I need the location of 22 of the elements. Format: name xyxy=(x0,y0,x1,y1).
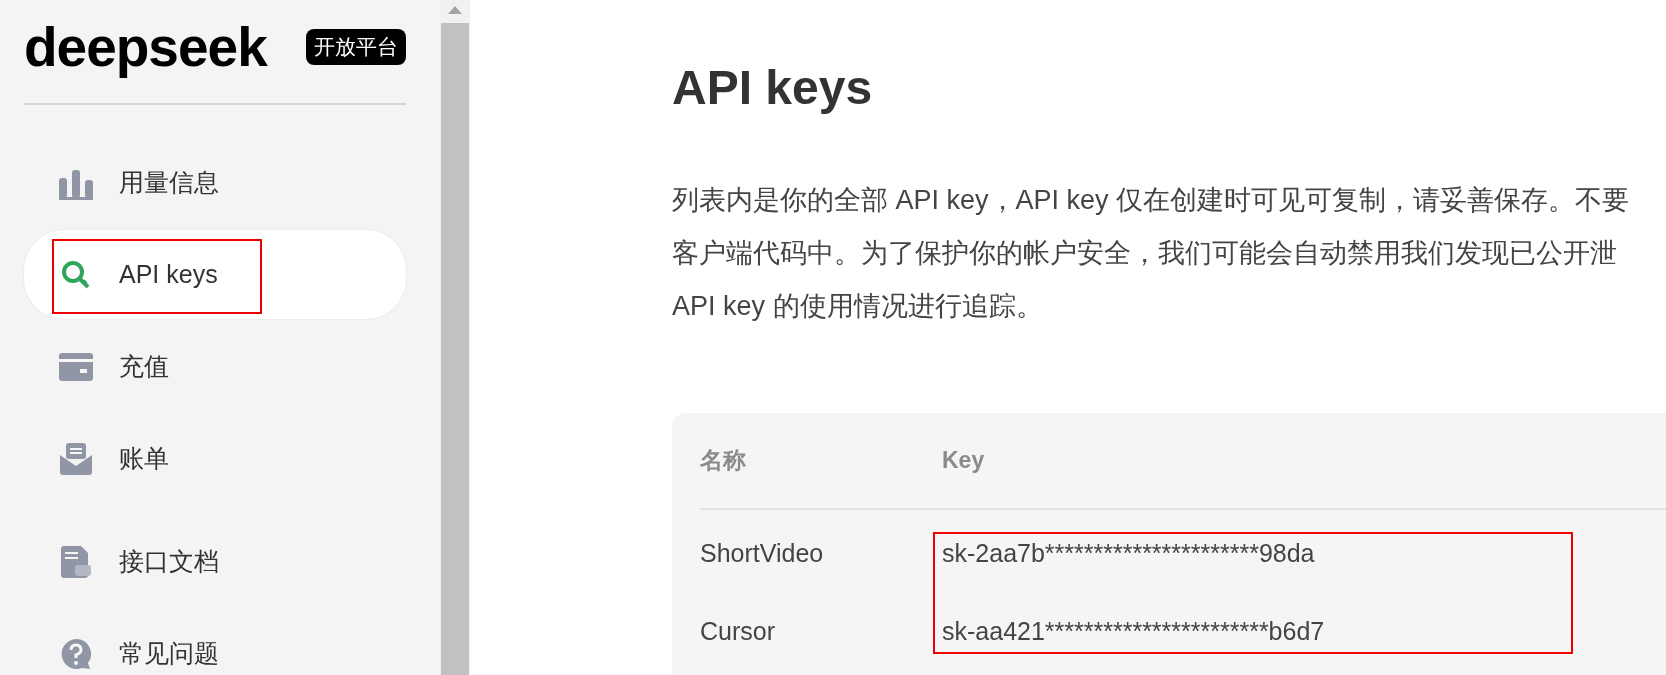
nav-item[interactable]: 用量信息 xyxy=(24,138,406,227)
nav-item[interactable]: API keys xyxy=(24,230,406,319)
table-cell: sk-aa421***********************b6d7 xyxy=(942,616,1325,646)
page-title: API keys xyxy=(672,64,874,112)
help-icon xyxy=(60,637,92,670)
table-cell-text: Cursor xyxy=(700,616,776,646)
platform-badge: 开放平台 xyxy=(306,29,406,65)
column-header: Key xyxy=(942,447,985,474)
nav-item[interactable]: 账单 xyxy=(24,414,406,503)
scroll-up-icon[interactable] xyxy=(448,6,462,14)
description-line: API key 的使用情况进行追踪。 xyxy=(672,290,1044,323)
description-line: 客户端代码中。为了保护你的帐户安全，我们可能会自动禁用我们发现已公开泄 xyxy=(672,237,1618,270)
nav-item[interactable]: 接口文档 xyxy=(24,517,406,606)
description-line: 列表内是你的全部 API key，API key 仅在创建时可见可复制，请妥善保存。不要 xyxy=(672,184,1631,217)
table-cell-text: ShortVideo xyxy=(700,538,825,568)
card-icon xyxy=(59,352,93,381)
document-icon xyxy=(61,545,91,578)
nav-item[interactable]: 充值 xyxy=(24,322,406,411)
nav-item[interactable]: 常见问题 xyxy=(24,609,406,675)
table-cell: sk-2aa7b**********************98da xyxy=(942,538,1315,568)
column-header: 名称 xyxy=(700,446,747,475)
envelope-icon xyxy=(60,442,92,475)
